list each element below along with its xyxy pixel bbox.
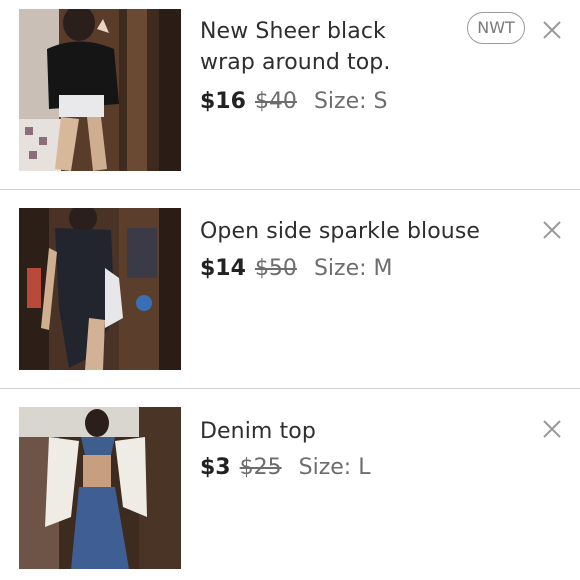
close-icon — [543, 420, 561, 438]
price-row: $16 $40 Size: S — [200, 88, 387, 116]
price-row: $3 $25 Size: L — [200, 454, 370, 482]
close-icon — [543, 21, 561, 39]
size-label: Size: L — [298, 455, 371, 480]
listing-price: $14 — [200, 256, 246, 281]
remove-button[interactable] — [540, 417, 564, 441]
listing-title[interactable]: Open side sparkle blouse — [200, 216, 480, 247]
original-price: $40 — [254, 89, 297, 114]
price-row: $14 $50 Size: M — [200, 255, 392, 283]
listing-title[interactable]: Denim top — [200, 416, 316, 447]
size-label: Size: M — [313, 256, 393, 281]
listing-item[interactable]: New Sheer black wrap around top. $16 $40 S… — [0, 0, 580, 189]
listing-list: New Sheer black wrap around top. $16 $40 S… — [0, 0, 580, 580]
listing-photo[interactable] — [19, 407, 181, 569]
listing-item[interactable]: Denim top $3 $25 Size: L — [0, 389, 580, 580]
listing-photo[interactable] — [19, 208, 181, 370]
listing-photo-image — [19, 407, 181, 569]
listing-photo-image — [19, 208, 181, 370]
nwt-badge: NWT — [467, 12, 525, 44]
listing-price: $3 — [200, 455, 231, 480]
listing-title-line2[interactable]: wrap around top. — [200, 50, 390, 75]
size-label: Size: S — [313, 89, 388, 114]
listing-price: $16 — [200, 89, 246, 114]
listing-photo-image — [19, 9, 181, 171]
listing-photo[interactable] — [19, 9, 181, 171]
close-icon — [543, 221, 561, 239]
remove-button[interactable] — [540, 18, 564, 42]
remove-button[interactable] — [540, 218, 564, 242]
listing-title[interactable]: New Sheer black wrap around top. — [200, 16, 390, 78]
original-price: $50 — [254, 256, 297, 281]
original-price: $25 — [239, 455, 282, 480]
listing-item[interactable]: Open side sparkle blouse $14 $50 Size: M — [0, 190, 580, 388]
listing-title-line1[interactable]: New Sheer black — [200, 19, 386, 44]
